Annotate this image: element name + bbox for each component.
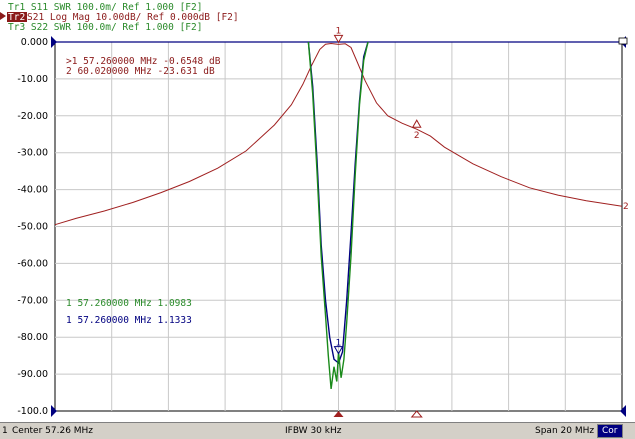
marker-label: 1 [336, 339, 342, 349]
marker-readout-line: 2 60.020000 MHz -23.631 dB [66, 66, 215, 77]
channel-number: 1 [2, 426, 8, 436]
span-setting[interactable]: Span 20 MHz [535, 426, 594, 436]
center-frequency[interactable]: Center 57.26 MHz [12, 426, 93, 436]
y-tick-label: -40.00 [17, 185, 48, 196]
vna-display: Tr1 S11 SWR 100.0m/ Ref 1.000 [F2]Tr2 S2… [0, 2, 629, 418]
marker-pointer [410, 410, 423, 418]
y-tick-label: -70.00 [17, 295, 48, 306]
y-tick-label: -60.00 [17, 258, 48, 269]
trace-header-line: Tr3 S22 SWR 100.0m/ Ref 1.000 [F2] [8, 22, 202, 33]
y-tick-label: -20.00 [17, 111, 48, 122]
correction-badge[interactable]: Cor [597, 424, 623, 438]
marker-label: 1 [336, 26, 342, 36]
y-axis-labels: 0.000 -10.00 -20.00 -30.00 -40.00 -50.00 -60.0… [17, 37, 48, 417]
y-tick-label: -50.00 [17, 222, 48, 233]
y-tick-label: -30.00 [17, 148, 48, 159]
marker-readout-line: 1 57.260000 MHz 1.1333 [66, 315, 192, 326]
y-tick-label: -10.00 [17, 74, 48, 85]
marker-readout-line: 1 57.260000 MHz 1.0983 [66, 298, 192, 309]
marker-triangle [333, 34, 344, 44]
top-right-corner-box [618, 37, 628, 45]
status-bar: 1 Center 57.26 MHz IFBW 30 kHz Span 20 M… [0, 422, 635, 439]
trace-header: Tr1 S11 SWR 100.0m/ Ref 1.000 [F2]Tr2 S2… [0, 2, 239, 33]
y-tick-label: 0.000 [21, 37, 48, 48]
ifbw-setting[interactable]: IFBW 30 kHz [285, 426, 341, 436]
y-tick-label: -80.00 [17, 332, 48, 343]
marker-label: 2 [414, 131, 420, 141]
trace-end-label: 2 [623, 202, 629, 212]
y-tick-label: -90.00 [17, 369, 48, 380]
y-tick-label: -100.0 [17, 406, 48, 417]
active-trace-arrow [0, 12, 6, 20]
active-marker-pointer [333, 411, 344, 417]
